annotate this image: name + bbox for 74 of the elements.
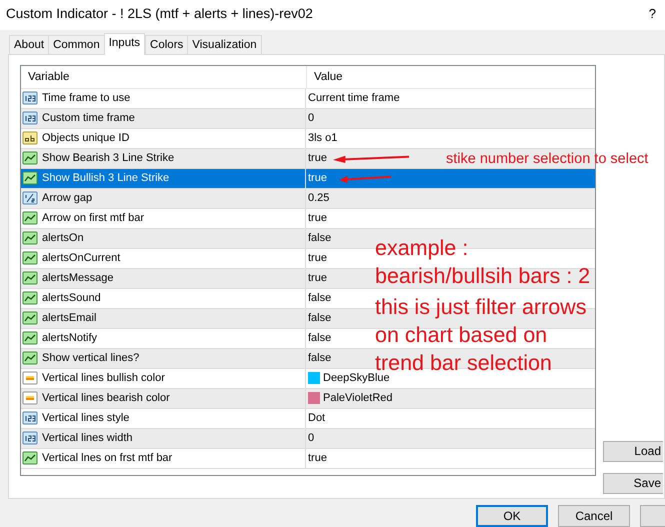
annotation-text: trend bar selection [375, 350, 553, 375]
switch-icon [22, 150, 38, 166]
tab[interactable]: Visualization [187, 34, 262, 54]
variable-name[interactable]: Vertical lines width [42, 432, 132, 444]
variable-name[interactable]: Custom time frame [42, 112, 135, 124]
side-button[interactable]: Load [603, 440, 663, 462]
annotation-text: this is just filter arrows [375, 294, 588, 321]
variable-name[interactable]: alertsOnCurrent [42, 252, 120, 264]
variable-name[interactable]: Time frame to use [42, 92, 130, 104]
switch-icon [22, 270, 38, 286]
switch-icon [22, 310, 38, 326]
tab[interactable]: Inputs [104, 32, 146, 55]
variable-name[interactable]: Vertical lines bullish color [42, 372, 165, 384]
number-icon [22, 410, 38, 426]
variable-name[interactable]: Show vertical lines? [42, 352, 140, 364]
number-icon [22, 110, 38, 126]
switch-icon [22, 170, 38, 186]
variable-name[interactable]: Arrow gap [42, 192, 92, 204]
value-text: true [308, 212, 327, 224]
switch-icon [22, 230, 38, 246]
value-text: 0 [308, 432, 314, 444]
number-icon [22, 90, 38, 106]
variable-name[interactable]: alertsMessage [42, 272, 114, 284]
switch-icon [22, 210, 38, 226]
value-text: false [308, 352, 332, 364]
variable-name[interactable]: Vertical lnes on frst mtf bar [42, 452, 172, 464]
variable-name[interactable]: Objects unique ID [42, 132, 130, 144]
value-text: true [308, 252, 327, 264]
column-header[interactable]: Variable [21, 66, 306, 88]
variable-name[interactable]: Arrow on first mtf bar [42, 212, 144, 224]
value-text: 0 [308, 112, 314, 124]
help-button[interactable]: ? [648, 6, 656, 22]
switch-icon [22, 330, 38, 346]
value-text: true [308, 272, 327, 284]
value-text: 3ls o1 [308, 132, 338, 144]
variable-name[interactable]: Show Bullish 3 Line Strike [42, 172, 170, 184]
switch-icon [22, 250, 38, 266]
variable-name[interactable]: Show Bearish 3 Line Strike [42, 152, 174, 164]
value-text: DeepSkyBlue [323, 372, 390, 384]
value-text: false [308, 332, 332, 344]
value-text: Current time frame [308, 92, 400, 104]
side-button[interactable]: Save [603, 472, 663, 494]
variable-name[interactable]: alertsSound [42, 292, 101, 304]
variable-name[interactable]: Vertical lines style [42, 412, 130, 424]
variable-name[interactable]: alertsNotify [42, 332, 98, 344]
annotation-text: bearish/bullsih bars : 2 [375, 262, 590, 290]
tab[interactable]: Colors [145, 34, 188, 54]
value-text: true [308, 172, 327, 184]
switch-icon [22, 450, 38, 466]
value-text: false [308, 232, 332, 244]
tab[interactable]: About [9, 34, 50, 54]
value-text: Dot [308, 412, 326, 424]
variable-name[interactable]: Vertical lines bearish color [42, 392, 170, 404]
window-title: Custom Indicator - ! 2LS (mtf + alerts + lines)-rev02 [6, 6, 313, 22]
fraction-icon [22, 190, 38, 206]
variable-name[interactable]: alertsOn [42, 232, 84, 244]
dialog-button[interactable]: Cancel [558, 505, 630, 527]
variable-name[interactable]: alertsEmail [42, 312, 96, 324]
value-text: true [308, 452, 327, 464]
value-text: true [308, 152, 327, 164]
value-text: 0.25 [308, 192, 330, 204]
switch-icon [22, 350, 38, 366]
value-text: PaleVioletRed [323, 392, 393, 404]
annotation-text: example : [375, 234, 470, 262]
dialog-button[interactable] [640, 505, 665, 527]
annotation-text: on chart based on [375, 322, 548, 349]
annotation-text: stike number selection to select [446, 150, 648, 167]
number-icon [22, 430, 38, 446]
column-header[interactable]: Value [306, 66, 595, 88]
dialog-button[interactable]: OK [476, 505, 548, 527]
switch-icon [22, 290, 38, 306]
text-icon [22, 130, 38, 146]
value-text: false [308, 312, 332, 324]
value-text: false [308, 292, 332, 304]
